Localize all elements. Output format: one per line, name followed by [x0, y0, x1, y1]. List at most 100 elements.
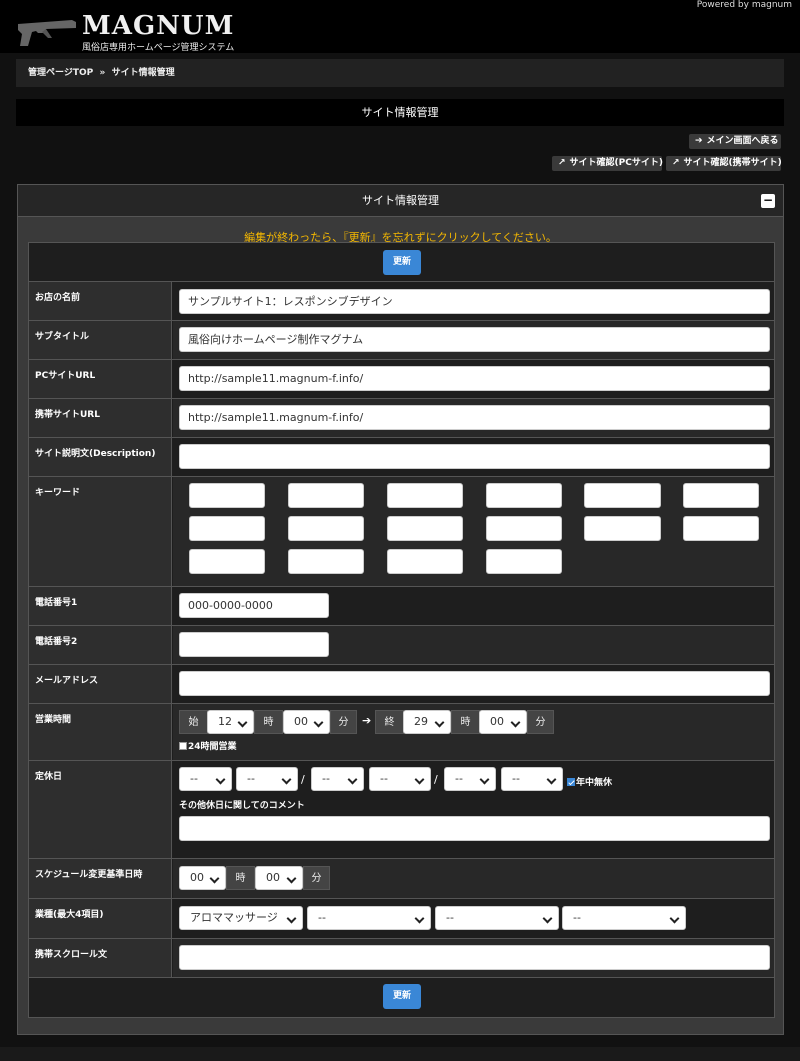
update-button-top[interactable]: 更新	[383, 250, 421, 275]
start-min-unit: 分	[330, 710, 357, 734]
logo[interactable]: MAGNUM 風俗店専用ホームページ管理システム	[16, 11, 256, 53]
phone2-label: 電話番号2	[29, 626, 172, 664]
row-description: サイト説明文(Description)	[29, 437, 774, 476]
row-email: メールアドレス	[29, 664, 774, 703]
schedule-min-unit: 分	[303, 866, 330, 890]
all-day-checkbox[interactable]	[179, 742, 187, 750]
footer-strip	[0, 1047, 800, 1061]
breadcrumb-home-link[interactable]: 管理ページTOP	[28, 68, 93, 78]
breadcrumb-separator: »	[99, 68, 106, 78]
mobile-url-label: 携帯サイトURL	[29, 399, 172, 437]
keyword-input[interactable]	[486, 483, 562, 508]
page-title: サイト情報管理	[16, 99, 784, 126]
mobile-scroll-input[interactable]	[179, 945, 770, 970]
business-type-label: 業種(最大4項目)	[29, 899, 172, 938]
business-type-select[interactable]: --	[435, 906, 559, 930]
holiday-select[interactable]: --	[369, 767, 431, 791]
keyword-input[interactable]	[288, 483, 364, 508]
view-mobile-site-button[interactable]: ↗ サイト確認(携帯サイト)	[666, 156, 782, 171]
keyword-input[interactable]	[584, 483, 661, 508]
subtitle-label: サブタイトル	[29, 321, 172, 359]
view-mobile-site-label: サイト確認(携帯サイト)	[683, 158, 782, 168]
view-pc-site-button[interactable]: ↗ サイト確認(PCサイト)	[552, 156, 663, 171]
row-update-bottom: 更新	[29, 977, 774, 1017]
holiday-separator: /	[301, 773, 305, 786]
back-to-main-button[interactable]: ➔ メイン画面へ戻る	[689, 134, 781, 149]
keyword-input[interactable]	[387, 516, 463, 541]
keyword-input[interactable]	[486, 516, 562, 541]
end-addon: 終	[375, 710, 404, 734]
powered-by: Powered by magnum	[696, 0, 792, 10]
row-phone1: 電話番号1 000-0000-0000	[29, 586, 774, 625]
keyword-input[interactable]	[387, 549, 463, 574]
no-holiday-label: 年中無休	[576, 778, 613, 788]
keyword-input[interactable]	[288, 516, 364, 541]
holiday-comment-input[interactable]	[179, 816, 770, 841]
breadcrumb: 管理ページTOP » サイト情報管理	[16, 59, 784, 87]
collapse-button[interactable]: −	[761, 194, 775, 208]
keyword-input[interactable]	[486, 549, 562, 574]
no-holiday-checkbox[interactable]	[567, 778, 575, 786]
keyword-input[interactable]	[387, 483, 463, 508]
phone2-input[interactable]	[179, 632, 329, 657]
arrow-right-icon: ➔	[362, 714, 372, 727]
schedule-hour-select[interactable]: 00	[179, 866, 226, 890]
business-type-select[interactable]: --	[562, 906, 686, 930]
keyword-input[interactable]	[189, 516, 265, 541]
logo-text: MAGNUM	[82, 11, 235, 41]
business-type-select[interactable]: アロママッサージ	[179, 906, 303, 930]
all-day-option[interactable]: 24時間営業	[179, 739, 237, 752]
description-label: サイト説明文(Description)	[29, 438, 172, 476]
pc-url-label: PCサイトURL	[29, 360, 172, 398]
schedule-min-select[interactable]: 00	[255, 866, 303, 890]
back-to-main-label: メイン画面へ戻る	[706, 136, 779, 146]
holiday-select[interactable]: --	[444, 767, 496, 791]
view-pc-site-label: サイト確認(PCサイト)	[569, 158, 663, 168]
subtitle-input[interactable]: 風俗向けホームページ制作マグナム	[179, 327, 770, 352]
end-min-unit: 分	[527, 710, 554, 734]
schedule-change-label: スケジュール変更基準日時	[29, 859, 172, 898]
end-hour-select[interactable]: 29	[403, 710, 451, 734]
start-min-select[interactable]: 00	[283, 710, 330, 734]
arrow-right-icon: ➔	[695, 136, 703, 146]
row-mobile-scroll: 携帯スクロール文	[29, 938, 774, 977]
business-type-select[interactable]: --	[307, 906, 431, 930]
row-pc-url: PCサイトURL http://sample11.magnum-f.info/	[29, 359, 774, 398]
external-link-icon: ↗	[558, 158, 566, 168]
row-business-type: 業種(最大4項目) アロママッサージ -- -- --	[29, 898, 774, 938]
row-keywords: キーワード	[29, 476, 774, 586]
phone1-input[interactable]: 000-0000-0000	[179, 593, 329, 618]
keyword-input[interactable]	[189, 483, 265, 508]
holidays-label: 定休日	[29, 761, 172, 858]
row-shop-name: お店の名前 サンプルサイト1：レスポンシブデザイン	[29, 281, 774, 320]
holiday-select[interactable]: --	[501, 767, 563, 791]
revolver-logo-icon	[18, 20, 76, 46]
shop-name-label: お店の名前	[29, 282, 172, 320]
site-info-panel: サイト情報管理 − 編集が終わったら、『更新』を忘れずにクリックしてください。 …	[17, 184, 784, 1035]
email-label: メールアドレス	[29, 665, 172, 703]
holiday-select[interactable]: --	[236, 767, 298, 791]
pc-url-input[interactable]: http://sample11.magnum-f.info/	[179, 366, 770, 391]
start-addon: 始	[179, 710, 208, 734]
start-hour-select[interactable]: 12	[207, 710, 254, 734]
schedule-hour-unit: 時	[226, 866, 255, 890]
holiday-separator: /	[434, 773, 438, 786]
form-table: 更新 お店の名前 サンプルサイト1：レスポンシブデザイン サブタイトル 風俗向け…	[28, 242, 775, 1018]
row-phone2: 電話番号2	[29, 625, 774, 664]
update-button-bottom[interactable]: 更新	[383, 984, 421, 1009]
holiday-select[interactable]: --	[179, 767, 232, 791]
keyword-input[interactable]	[288, 549, 364, 574]
keyword-input[interactable]	[189, 549, 265, 574]
email-input[interactable]	[179, 671, 770, 696]
row-subtitle: サブタイトル 風俗向けホームページ制作マグナム	[29, 320, 774, 359]
keyword-input[interactable]	[683, 516, 759, 541]
mobile-url-input[interactable]: http://sample11.magnum-f.info/	[179, 405, 770, 430]
end-min-select[interactable]: 00	[479, 710, 527, 734]
holiday-select[interactable]: --	[311, 767, 364, 791]
logo-subtitle: 風俗店専用ホームページ管理システム	[82, 43, 235, 53]
no-holiday-option[interactable]: 年中無休	[567, 775, 612, 788]
description-input[interactable]	[179, 444, 770, 469]
keyword-input[interactable]	[683, 483, 759, 508]
shop-name-input[interactable]: サンプルサイト1：レスポンシブデザイン	[179, 289, 770, 314]
keyword-input[interactable]	[584, 516, 661, 541]
